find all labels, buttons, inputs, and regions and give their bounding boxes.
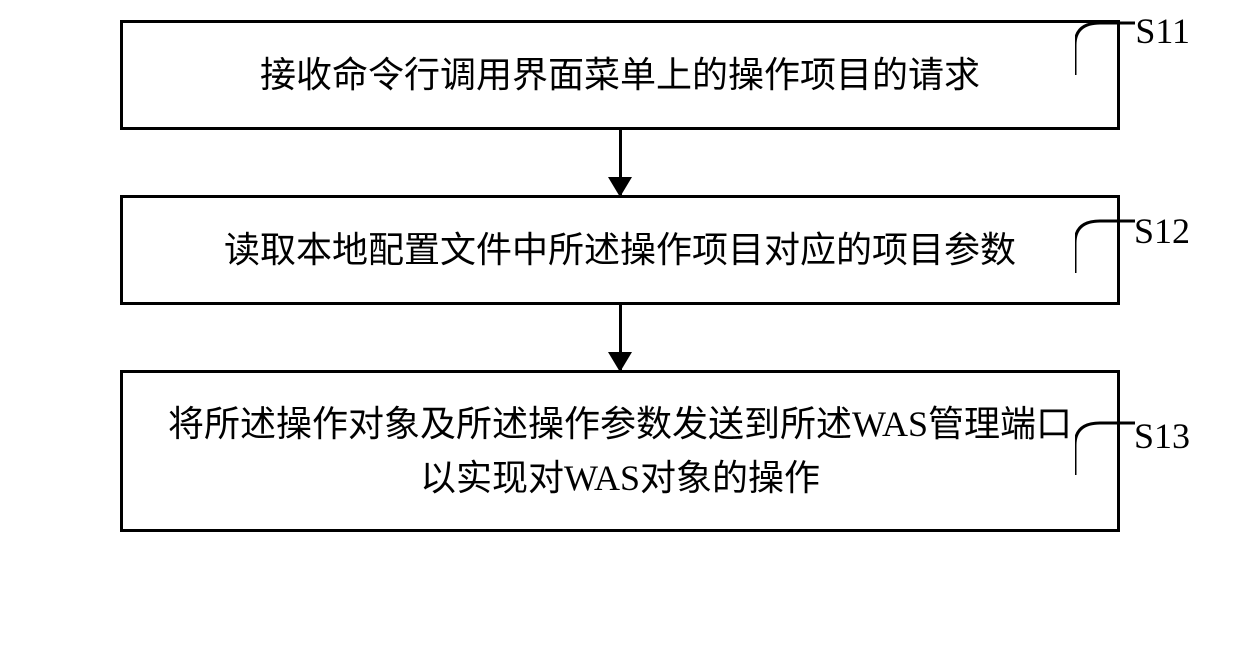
connector-curve-icon xyxy=(1075,218,1135,278)
arrow-down-icon xyxy=(619,130,622,195)
flowchart-container: 接收命令行调用界面菜单上的操作项目的请求 读取本地配置文件中所述操作项目对应的项… xyxy=(60,20,1180,532)
step-label-s12: S12 xyxy=(1134,210,1190,252)
step-box-s12: 读取本地配置文件中所述操作项目对应的项目参数 xyxy=(120,195,1120,305)
step-text: 接收命令行调用界面菜单上的操作项目的请求 xyxy=(260,48,980,102)
step-label-s11: S11 xyxy=(1135,10,1190,52)
step-text: 读取本地配置文件中所述操作项目对应的项目参数 xyxy=(224,223,1016,277)
step-text: 将所述操作对象及所述操作参数发送到所述WAS管理端口以实现对WAS对象的操作 xyxy=(153,397,1087,505)
connector-curve-icon xyxy=(1075,20,1135,80)
step-box-s11: 接收命令行调用界面菜单上的操作项目的请求 xyxy=(120,20,1120,130)
arrow-down-icon xyxy=(619,305,622,370)
connector-curve-icon xyxy=(1075,420,1135,480)
step-box-s13: 将所述操作对象及所述操作参数发送到所述WAS管理端口以实现对WAS对象的操作 xyxy=(120,370,1120,532)
step-label-s13: S13 xyxy=(1134,415,1190,457)
